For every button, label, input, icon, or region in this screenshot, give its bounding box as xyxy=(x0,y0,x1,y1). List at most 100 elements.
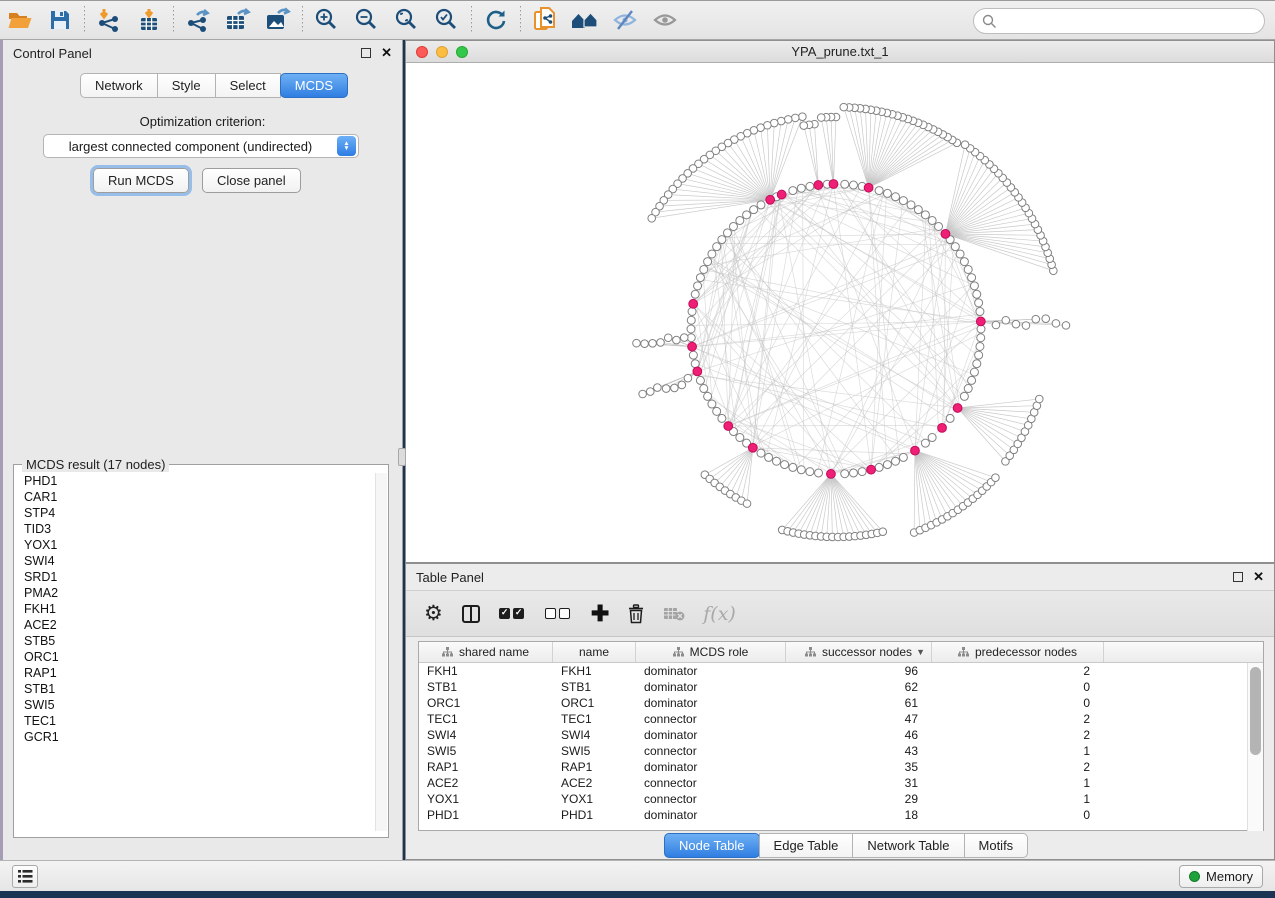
cell-filler[interactable] xyxy=(1104,695,1248,711)
graph-node[interactable] xyxy=(858,468,866,476)
cell-mcds-role[interactable]: dominator xyxy=(636,759,786,775)
mcds-result-item[interactable]: STB1 xyxy=(15,681,377,697)
hide-selected-eye-icon[interactable] xyxy=(605,4,645,36)
graph-hub-node[interactable] xyxy=(976,317,985,326)
cell-filler[interactable] xyxy=(1104,727,1248,743)
graph-node[interactable] xyxy=(841,180,849,188)
graph-node[interactable] xyxy=(696,274,704,282)
close-panel-button[interactable]: Close panel xyxy=(202,168,301,193)
graph-node[interactable] xyxy=(883,461,891,469)
graph-node[interactable] xyxy=(797,466,805,474)
graph-hub-node[interactable] xyxy=(777,190,786,199)
graph-node[interactable] xyxy=(849,469,857,477)
cell-predecessor-nodes[interactable]: 1 xyxy=(932,743,1104,759)
cell-successor-nodes[interactable]: 46 xyxy=(786,727,932,743)
cell-successor-nodes[interactable]: 43 xyxy=(786,743,932,759)
graph-node[interactable] xyxy=(704,258,712,266)
graph-leaf-node[interactable] xyxy=(799,113,807,121)
table-row[interactable]: ACE2ACE2connector311 xyxy=(419,775,1248,791)
cell-successor-nodes[interactable]: 61 xyxy=(786,695,932,711)
network-graph-svg[interactable] xyxy=(406,63,1274,562)
cell-name[interactable]: FKH1 xyxy=(553,663,636,679)
cell-name[interactable]: YOX1 xyxy=(553,791,636,807)
graph-node[interactable] xyxy=(892,193,900,201)
graph-node[interactable] xyxy=(849,181,857,189)
graph-hub-node[interactable] xyxy=(814,181,823,190)
close-panel-icon[interactable]: ✕ xyxy=(1253,572,1264,582)
graph-hub-node[interactable] xyxy=(688,342,697,351)
import-table-icon[interactable] xyxy=(129,4,169,36)
cell-filler[interactable] xyxy=(1104,679,1248,695)
graph-node[interactable] xyxy=(713,243,721,251)
graph-node[interactable] xyxy=(956,250,964,258)
column-header-predecessor-nodes[interactable]: predecessor nodes xyxy=(932,642,1104,662)
cell-mcds-role[interactable]: dominator xyxy=(636,679,786,695)
cell-predecessor-nodes[interactable]: 2 xyxy=(932,711,1104,727)
import-network-icon[interactable] xyxy=(89,4,129,36)
graph-node[interactable] xyxy=(704,392,712,400)
cell-successor-nodes[interactable]: 62 xyxy=(786,679,932,695)
function-builder-icon[interactable]: f(x) xyxy=(703,603,736,625)
export-network-icon[interactable] xyxy=(178,4,218,36)
save-icon[interactable] xyxy=(40,4,80,36)
cell-name[interactable]: ACE2 xyxy=(553,775,636,791)
cell-filler[interactable] xyxy=(1104,759,1248,775)
graph-node[interactable] xyxy=(946,414,954,422)
zoom-fit-icon[interactable] xyxy=(387,4,427,36)
graph-node[interactable] xyxy=(781,461,789,469)
graph-hub-node[interactable] xyxy=(911,446,920,455)
mcds-result-item[interactable]: PMA2 xyxy=(15,585,377,601)
graph-leaf-node[interactable] xyxy=(1035,395,1043,403)
graph-leaf-node[interactable] xyxy=(671,384,679,392)
graph-node[interactable] xyxy=(708,250,716,258)
graph-hub-node[interactable] xyxy=(689,299,698,308)
cell-successor-nodes[interactable]: 18 xyxy=(786,807,932,823)
cell-filler[interactable] xyxy=(1104,791,1248,807)
mcds-result-item[interactable]: RAP1 xyxy=(15,665,377,681)
criterion-dropdown[interactable]: largest connected component (undirected)… xyxy=(43,134,359,158)
graph-hub-node[interactable] xyxy=(827,470,836,479)
graph-node[interactable] xyxy=(921,439,929,447)
graph-leaf-node[interactable] xyxy=(840,103,848,111)
graph-node[interactable] xyxy=(875,463,883,471)
graph-leaf-node[interactable] xyxy=(673,336,681,344)
mcds-result-item[interactable]: TID3 xyxy=(15,521,377,537)
table-row[interactable]: PHD1PHD1dominator180 xyxy=(419,807,1248,823)
cell-mcds-role[interactable]: dominator xyxy=(636,807,786,823)
cell-predecessor-nodes[interactable]: 0 xyxy=(932,807,1104,823)
mcds-result-item[interactable]: ORC1 xyxy=(15,649,377,665)
splitter-handle[interactable] xyxy=(398,448,406,466)
cell-successor-nodes[interactable]: 35 xyxy=(786,759,932,775)
graph-leaf-node[interactable] xyxy=(777,117,785,125)
search-input[interactable] xyxy=(1002,11,1264,31)
graph-node[interactable] xyxy=(973,360,981,368)
graph-node[interactable] xyxy=(968,376,976,384)
cell-predecessor-nodes[interactable]: 0 xyxy=(932,695,1104,711)
graph-leaf-node[interactable] xyxy=(1032,315,1040,323)
mcds-result-item[interactable]: STP4 xyxy=(15,505,377,521)
graph-node[interactable] xyxy=(736,434,744,442)
graph-node[interactable] xyxy=(975,351,983,359)
graph-leaf-node[interactable] xyxy=(654,384,662,392)
graph-node[interactable] xyxy=(700,265,708,273)
cell-mcds-role[interactable]: connector xyxy=(636,775,786,791)
cell-shared-name[interactable]: ACE2 xyxy=(419,775,553,791)
cell-name[interactable]: STB1 xyxy=(553,679,636,695)
open-file-icon[interactable] xyxy=(0,4,40,36)
mcds-result-item[interactable]: CAR1 xyxy=(15,489,377,505)
float-window-icon[interactable] xyxy=(1233,572,1243,582)
graph-leaf-node[interactable] xyxy=(1022,322,1030,330)
graph-node[interactable] xyxy=(736,216,744,224)
graph-node[interactable] xyxy=(977,334,985,342)
graph-node[interactable] xyxy=(975,299,983,307)
cell-filler[interactable] xyxy=(1104,711,1248,727)
show-panels-list-button[interactable] xyxy=(12,865,38,888)
graph-leaf-node[interactable] xyxy=(1062,322,1070,330)
graph-node[interactable] xyxy=(708,400,716,408)
mcds-result-item[interactable]: PHD1 xyxy=(15,473,377,489)
column-header-mcds-role[interactable]: MCDS role xyxy=(636,642,786,662)
graph-leaf-node[interactable] xyxy=(639,390,647,398)
cell-mcds-role[interactable]: dominator xyxy=(636,695,786,711)
graph-leaf-node[interactable] xyxy=(1012,320,1020,328)
graph-leaf-node[interactable] xyxy=(817,114,825,122)
